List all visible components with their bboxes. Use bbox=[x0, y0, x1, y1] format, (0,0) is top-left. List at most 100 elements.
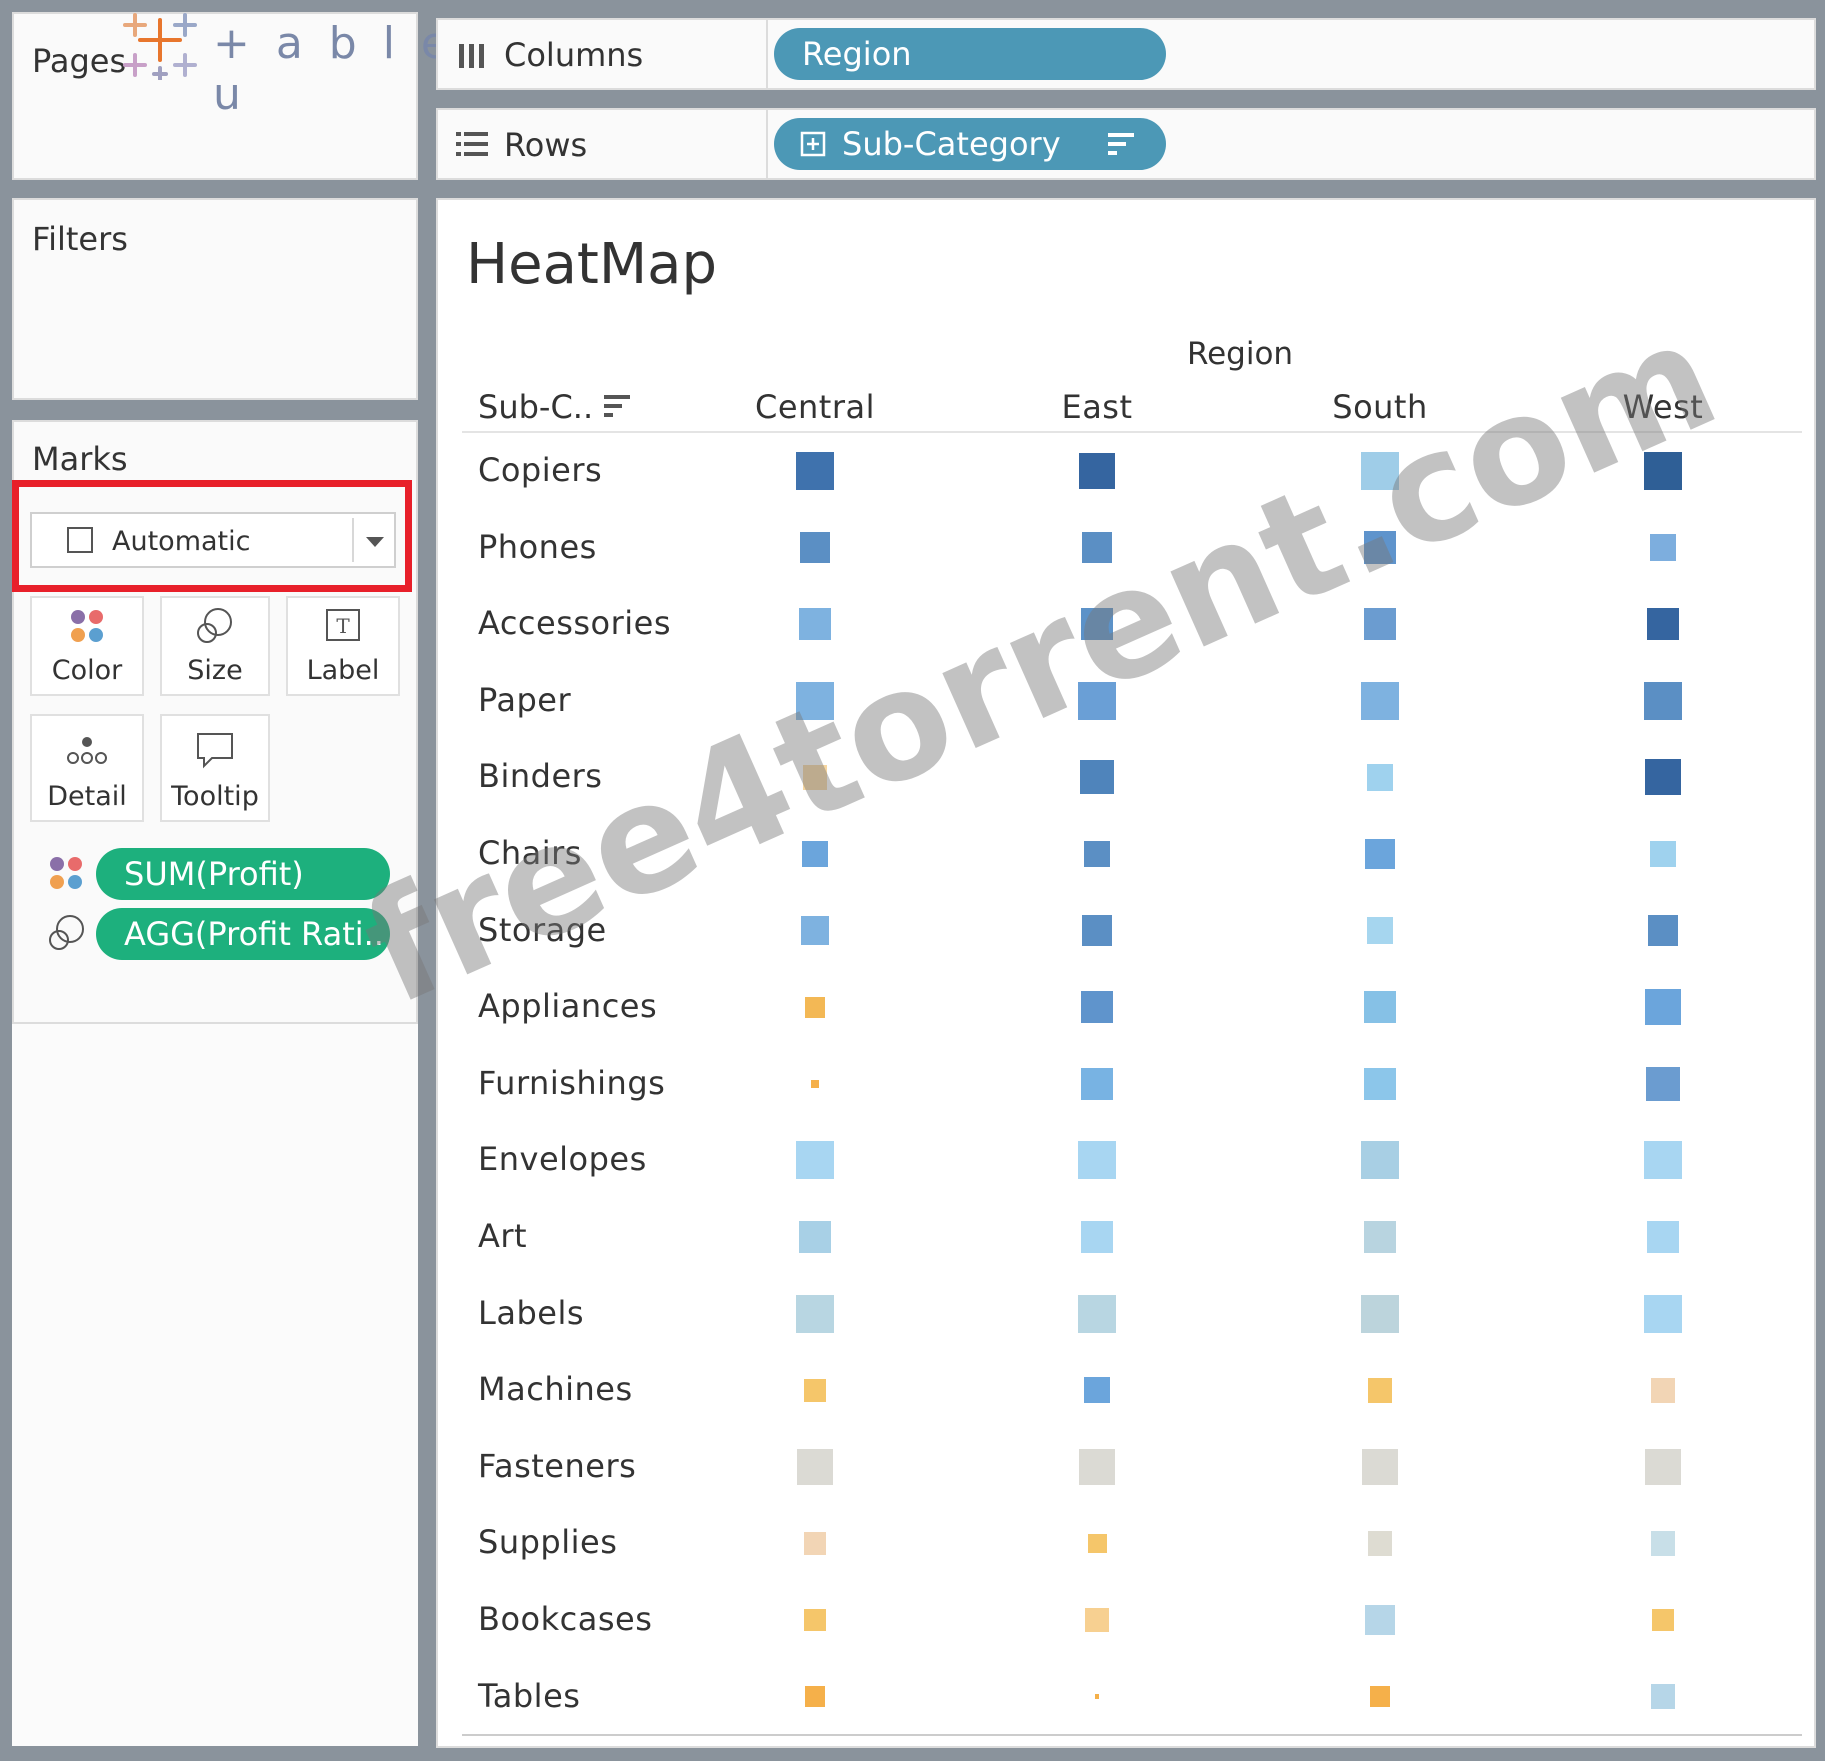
heatmap-mark-fasteners-west[interactable] bbox=[1644, 1448, 1682, 1485]
row-label-phones[interactable]: Phones bbox=[478, 528, 597, 566]
row-label-tables[interactable]: Tables bbox=[478, 1677, 580, 1715]
row-label-machines[interactable]: Machines bbox=[478, 1370, 633, 1408]
row-label-art[interactable]: Art bbox=[478, 1217, 527, 1255]
heatmap-mark-phones-east[interactable] bbox=[1081, 532, 1113, 563]
heatmap-mark-binders-east[interactable] bbox=[1079, 760, 1115, 795]
sort-descending-icon[interactable] bbox=[1106, 130, 1136, 158]
heatmap-mark-art-east[interactable] bbox=[1080, 1220, 1114, 1254]
column-header-south[interactable]: South bbox=[1332, 388, 1428, 426]
heatmap-mark-furnishings-east[interactable] bbox=[1080, 1067, 1114, 1100]
heatmap-mark-tables-east[interactable] bbox=[1094, 1694, 1100, 1699]
heatmap-mark-accessories-south[interactable] bbox=[1363, 608, 1397, 641]
heatmap-mark-supplies-south[interactable] bbox=[1367, 1531, 1393, 1556]
row-label-binders[interactable]: Binders bbox=[478, 757, 602, 795]
row-label-appliances[interactable]: Appliances bbox=[478, 987, 657, 1025]
row-label-accessories[interactable]: Accessories bbox=[478, 604, 671, 642]
heatmap-mark-supplies-east[interactable] bbox=[1087, 1533, 1107, 1553]
sum-profit-pill[interactable]: SUM(Profit) bbox=[96, 848, 390, 900]
column-header-west[interactable]: West bbox=[1623, 388, 1704, 426]
heatmap-mark-chairs-south[interactable] bbox=[1364, 838, 1396, 870]
heatmap-mark-phones-south[interactable] bbox=[1363, 531, 1397, 564]
heatmap-mark-storage-south[interactable] bbox=[1366, 917, 1394, 944]
heatmap-mark-envelopes-east[interactable] bbox=[1078, 1141, 1116, 1180]
row-label-supplies[interactable]: Supplies bbox=[478, 1523, 617, 1561]
filters-panel[interactable]: Filters bbox=[12, 198, 418, 400]
columns-shelf[interactable]: Columns Region bbox=[436, 18, 1816, 90]
heatmap-mark-paper-south[interactable] bbox=[1361, 681, 1399, 720]
row-label-copiers[interactable]: Copiers bbox=[478, 451, 602, 489]
heatmap-mark-art-central[interactable] bbox=[798, 1220, 832, 1254]
sort-descending-icon[interactable] bbox=[602, 392, 632, 420]
column-header-east[interactable]: East bbox=[1061, 388, 1132, 426]
heatmap-mark-paper-east[interactable] bbox=[1078, 681, 1116, 720]
heatmap-mark-copiers-south[interactable] bbox=[1361, 452, 1399, 490]
size-card[interactable]: Size bbox=[160, 596, 270, 696]
label-card[interactable]: T Label bbox=[286, 596, 400, 696]
heatmap-mark-machines-south[interactable] bbox=[1367, 1377, 1393, 1403]
sub-category-pill[interactable]: Sub-Category bbox=[774, 118, 1166, 170]
column-header-central[interactable]: Central bbox=[755, 388, 875, 426]
mark-type-dropdown[interactable]: Automatic bbox=[30, 512, 396, 568]
heatmap-mark-chairs-east[interactable] bbox=[1083, 840, 1111, 868]
heatmap-mark-binders-west[interactable] bbox=[1644, 759, 1682, 796]
heatmap-mark-appliances-south[interactable] bbox=[1363, 991, 1397, 1024]
rows-shelf[interactable]: Rows Sub-Category bbox=[436, 108, 1816, 180]
heatmap-mark-envelopes-south[interactable] bbox=[1361, 1141, 1399, 1180]
heatmap-mark-paper-west[interactable] bbox=[1644, 681, 1682, 720]
row-label-furnishings[interactable]: Furnishings bbox=[478, 1064, 665, 1102]
heatmap-mark-fasteners-central[interactable] bbox=[796, 1448, 834, 1485]
heatmap-mark-tables-central[interactable] bbox=[804, 1686, 826, 1708]
row-label-chairs[interactable]: Chairs bbox=[478, 834, 582, 872]
heatmap-mark-supplies-central[interactable] bbox=[803, 1532, 827, 1555]
heatmap-mark-machines-west[interactable] bbox=[1650, 1377, 1676, 1403]
heatmap-mark-binders-south[interactable] bbox=[1366, 764, 1394, 791]
heatmap-mark-chairs-central[interactable] bbox=[801, 840, 829, 868]
heatmap-mark-bookcases-east[interactable] bbox=[1084, 1607, 1110, 1633]
heatmap-mark-phones-west[interactable] bbox=[1649, 534, 1677, 561]
row-label-paper[interactable]: Paper bbox=[478, 681, 571, 719]
heatmap-mark-appliances-west[interactable] bbox=[1644, 989, 1682, 1026]
chevron-down-icon[interactable] bbox=[364, 535, 386, 549]
heatmap-mark-accessories-east[interactable] bbox=[1080, 608, 1114, 641]
heatmap-mark-tables-south[interactable] bbox=[1369, 1686, 1391, 1708]
heatmap-mark-machines-east[interactable] bbox=[1083, 1376, 1111, 1404]
heatmap-mark-chairs-west[interactable] bbox=[1649, 840, 1677, 868]
heatmap-mark-bookcases-central[interactable] bbox=[803, 1608, 827, 1632]
heatmap-mark-accessories-central[interactable] bbox=[798, 608, 832, 641]
heatmap-mark-tables-west[interactable] bbox=[1650, 1684, 1676, 1709]
heatmap-mark-furnishings-central[interactable] bbox=[811, 1080, 819, 1088]
heatmap-mark-accessories-west[interactable] bbox=[1646, 608, 1680, 641]
heatmap-mark-labels-west[interactable] bbox=[1644, 1294, 1682, 1333]
heatmap-mark-copiers-east[interactable] bbox=[1078, 452, 1116, 490]
heatmap-mark-appliances-central[interactable] bbox=[804, 996, 826, 1018]
heatmap-mark-labels-central[interactable] bbox=[796, 1294, 834, 1333]
row-label-labels[interactable]: Labels bbox=[478, 1294, 584, 1332]
heatmap-mark-copiers-central[interactable] bbox=[796, 452, 834, 490]
heatmap-mark-envelopes-central[interactable] bbox=[796, 1141, 834, 1180]
row-label-storage[interactable]: Storage bbox=[478, 911, 607, 949]
heatmap-mark-copiers-west[interactable] bbox=[1644, 452, 1682, 490]
heatmap-mark-machines-central[interactable] bbox=[803, 1378, 827, 1402]
heatmap-mark-furnishings-south[interactable] bbox=[1363, 1067, 1397, 1100]
heatmap-mark-furnishings-west[interactable] bbox=[1645, 1066, 1681, 1101]
heatmap-mark-supplies-west[interactable] bbox=[1650, 1531, 1676, 1556]
heatmap-mark-labels-south[interactable] bbox=[1361, 1294, 1399, 1333]
sub-category-header[interactable]: Sub-C.. bbox=[478, 388, 630, 426]
heatmap-mark-bookcases-south[interactable] bbox=[1364, 1604, 1396, 1636]
expand-plus-icon[interactable] bbox=[800, 131, 826, 157]
heatmap-mark-appliances-east[interactable] bbox=[1080, 991, 1114, 1024]
heatmap-mark-binders-central[interactable] bbox=[802, 765, 828, 790]
heatmap-mark-fasteners-east[interactable] bbox=[1078, 1448, 1116, 1485]
heatmap-mark-art-west[interactable] bbox=[1646, 1220, 1680, 1254]
detail-card[interactable]: Detail bbox=[30, 714, 144, 822]
heatmap-mark-art-south[interactable] bbox=[1363, 1220, 1397, 1254]
heatmap-mark-phones-central[interactable] bbox=[799, 532, 831, 563]
heatmap-mark-envelopes-west[interactable] bbox=[1644, 1141, 1682, 1180]
heatmap-mark-paper-central[interactable] bbox=[796, 681, 834, 720]
heatmap-mark-fasteners-south[interactable] bbox=[1361, 1448, 1399, 1485]
tooltip-card[interactable]: Tooltip bbox=[160, 714, 270, 822]
row-label-bookcases[interactable]: Bookcases bbox=[478, 1600, 652, 1638]
heatmap-mark-storage-east[interactable] bbox=[1081, 915, 1113, 946]
heatmap-mark-bookcases-west[interactable] bbox=[1651, 1608, 1675, 1632]
region-pill[interactable]: Region bbox=[774, 28, 1166, 80]
